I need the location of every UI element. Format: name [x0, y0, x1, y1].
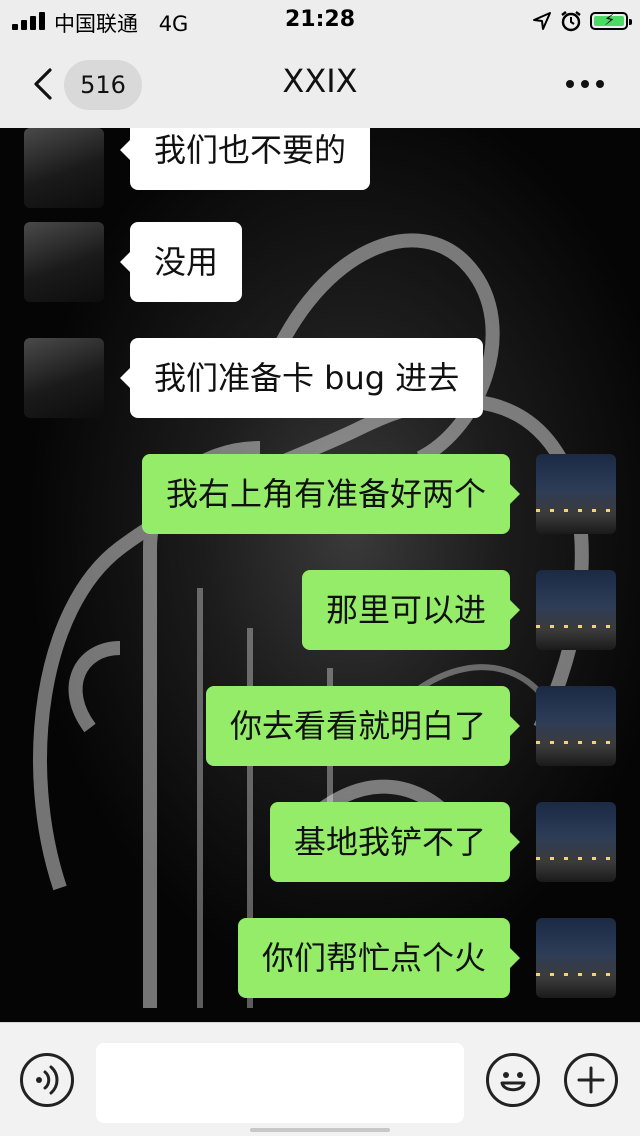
ellipsis-icon[interactable]	[566, 80, 604, 88]
message-bubble[interactable]: 我右上角有准备好两个	[141, 454, 521, 534]
my-avatar[interactable]	[536, 802, 616, 882]
message-bubble[interactable]: 我们也不要的	[119, 128, 371, 190]
contact-avatar[interactable]	[24, 222, 104, 302]
voice-icon[interactable]	[20, 1053, 74, 1107]
smile-face	[500, 1072, 526, 1092]
home-indicator	[250, 1128, 390, 1132]
voice-waves	[36, 1065, 59, 1095]
plus-sign	[577, 1066, 605, 1094]
message-bubble[interactable]: 那里可以进	[301, 570, 521, 650]
plus-icon[interactable]	[564, 1053, 618, 1107]
location-icon	[533, 12, 551, 30]
my-avatar[interactable]	[536, 570, 616, 650]
message-input[interactable]	[96, 1043, 464, 1123]
charging-bolt-icon: ⚡	[604, 10, 616, 29]
alarm-icon	[561, 11, 581, 32]
status-bar: 中国联通 4G 21:28 ⚡	[0, 0, 640, 40]
chat-title: XXIX	[282, 62, 358, 100]
my-avatar[interactable]	[536, 454, 616, 534]
message-bubble[interactable]: 没用	[119, 222, 243, 302]
chat-header: 516 XXIX	[0, 40, 640, 128]
battery-icon: ⚡	[590, 10, 632, 30]
input-bar	[0, 1022, 640, 1136]
contact-avatar[interactable]	[24, 128, 104, 208]
message-bubble[interactable]: 我们准备卡 bug 进去	[119, 338, 484, 418]
message-bubble[interactable]: 基地我铲不了	[269, 802, 521, 882]
message-bubble[interactable]: 你们帮忙点个火	[237, 918, 521, 998]
emoji-icon[interactable]	[486, 1053, 540, 1107]
my-avatar[interactable]	[536, 918, 616, 998]
chat-area[interactable]: 我们也不要的 没用 我们准备卡 bug 进去 我右上角有准备好两个 那里可以进 …	[0, 128, 640, 1022]
my-avatar[interactable]	[536, 686, 616, 766]
message-bubble[interactable]: 你去看看就明白了	[205, 686, 521, 766]
contact-avatar[interactable]	[24, 338, 104, 418]
